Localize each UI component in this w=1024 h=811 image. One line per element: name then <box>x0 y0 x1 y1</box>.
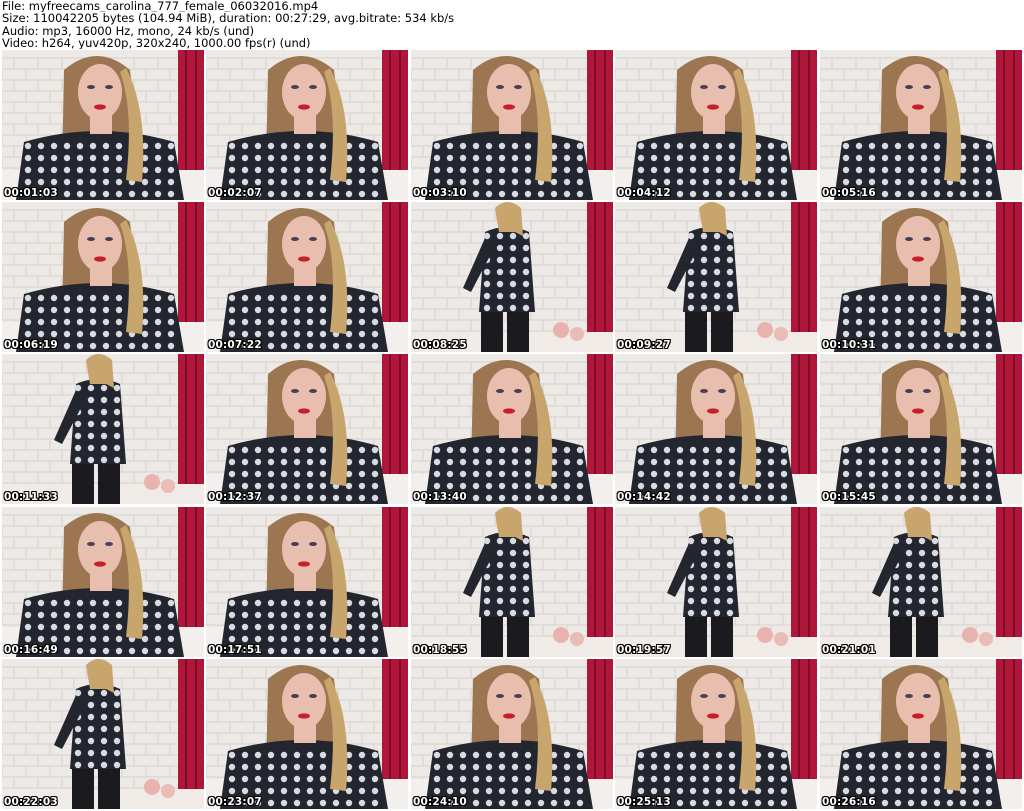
file-size-line: Size: 110042205 bytes (104.94 MiB), dura… <box>2 12 455 25</box>
thumbnail-frame-image <box>615 354 817 504</box>
thumbnail-timestamp: 00:10:31 <box>822 339 876 351</box>
thumbnail-frame-image <box>820 50 1022 200</box>
file-name-line: File: myfreecams_carolina_777_female_060… <box>2 0 319 13</box>
video-thumbnail: 00:13:40 <box>411 354 613 504</box>
thumbnail-frame-image <box>2 202 204 352</box>
video-thumbnail: 00:17:51 <box>206 507 408 657</box>
video-thumbnail: 00:11:33 <box>2 354 204 504</box>
video-thumbnail: 00:12:37 <box>206 354 408 504</box>
video-thumbnail: 00:15:45 <box>820 354 1022 504</box>
thumbnail-frame-image <box>206 507 408 657</box>
thumbnail-timestamp: 00:11:33 <box>4 491 58 503</box>
thumbnail-frame-image <box>206 50 408 200</box>
thumbnail-timestamp: 00:14:42 <box>617 491 671 503</box>
thumbnail-frame-image <box>206 202 408 352</box>
thumbnail-timestamp: 00:21:01 <box>822 644 876 656</box>
thumbnail-timestamp: 00:26:16 <box>822 796 876 808</box>
thumbnail-frame-image <box>206 659 408 809</box>
thumbnail-frame-image <box>411 202 613 352</box>
video-thumbnail: 00:08:25 <box>411 202 613 352</box>
video-thumbnail: 00:21:01 <box>820 507 1022 657</box>
video-thumbnail: 00:04:12 <box>615 50 817 200</box>
audio-info-line: Audio: mp3, 16000 Hz, mono, 24 kb/s (und… <box>2 24 255 37</box>
video-thumbnail: 00:19:57 <box>615 507 817 657</box>
thumbnail-timestamp: 00:15:45 <box>822 491 876 503</box>
thumbnail-timestamp: 00:08:25 <box>413 339 467 351</box>
thumbnail-timestamp: 00:23:07 <box>208 796 262 808</box>
video-thumbnail: 00:24:10 <box>411 659 613 809</box>
video-thumbnail: 00:09:27 <box>615 202 817 352</box>
thumbnail-frame-image <box>411 50 613 200</box>
video-thumbnail: 00:10:31 <box>820 202 1022 352</box>
thumbnail-frame-image <box>820 659 1022 809</box>
thumbnail-timestamp: 00:13:40 <box>413 491 467 503</box>
thumbnail-frame-image <box>820 354 1022 504</box>
thumbnail-timestamp: 00:18:55 <box>413 644 467 656</box>
thumbnail-frame-image <box>2 354 204 504</box>
video-thumbnail: 00:22:03 <box>2 659 204 809</box>
thumbnail-timestamp: 00:05:16 <box>822 187 876 199</box>
thumbnail-timestamp: 00:01:03 <box>4 187 58 199</box>
thumbnail-frame-image <box>411 354 613 504</box>
thumbnail-timestamp: 00:17:51 <box>208 644 262 656</box>
thumbnail-grid: 00:01:03 00:02:07 00:03:10 00:04:12 00:05:16… <box>2 50 1022 809</box>
thumbnail-frame-image <box>820 507 1022 657</box>
thumbnail-frame-image <box>2 659 204 809</box>
thumbnail-frame-image <box>615 507 817 657</box>
thumbnail-frame-image <box>206 354 408 504</box>
video-thumbnail: 00:01:03 <box>2 50 204 200</box>
video-thumbnail: 00:23:07 <box>206 659 408 809</box>
thumbnail-timestamp: 00:25:13 <box>617 796 671 808</box>
thumbnail-frame-image <box>411 507 613 657</box>
thumbnail-frame-image <box>411 659 613 809</box>
thumbnail-frame-image <box>615 50 817 200</box>
video-thumbnail: 00:18:55 <box>411 507 613 657</box>
file-info-header: File: myfreecams_carolina_777_female_060… <box>2 0 1020 50</box>
thumbnail-timestamp: 00:02:07 <box>208 187 262 199</box>
thumbnail-timestamp: 00:19:57 <box>617 644 671 656</box>
video-thumbnail: 00:02:07 <box>206 50 408 200</box>
thumbnail-timestamp: 00:24:10 <box>413 796 467 808</box>
video-thumbnail: 00:05:16 <box>820 50 1022 200</box>
thumbnail-timestamp: 00:12:37 <box>208 491 262 503</box>
thumbnail-timestamp: 00:16:49 <box>4 644 58 656</box>
thumbnail-timestamp: 00:07:22 <box>208 339 262 351</box>
video-thumbnail: 00:14:42 <box>615 354 817 504</box>
thumbnail-frame-image <box>2 50 204 200</box>
thumbnail-timestamp: 00:22:03 <box>4 796 58 808</box>
thumbnail-timestamp: 00:03:10 <box>413 187 467 199</box>
thumbnail-timestamp: 00:06:19 <box>4 339 58 351</box>
video-thumbnail: 00:07:22 <box>206 202 408 352</box>
video-thumbnail: 00:03:10 <box>411 50 613 200</box>
video-thumbnail: 00:16:49 <box>2 507 204 657</box>
thumbnail-frame-image <box>615 202 817 352</box>
video-thumbnail: 00:25:13 <box>615 659 817 809</box>
video-thumbnail: 00:26:16 <box>820 659 1022 809</box>
video-thumbnail: 00:06:19 <box>2 202 204 352</box>
video-info-line: Video: h264, yuv420p, 320x240, 1000.00 f… <box>2 36 311 50</box>
thumbnail-timestamp: 00:09:27 <box>617 339 671 351</box>
thumbnail-frame-image <box>820 202 1022 352</box>
thumbnail-timestamp: 00:04:12 <box>617 187 671 199</box>
thumbnail-frame-image <box>2 507 204 657</box>
thumbnail-frame-image <box>615 659 817 809</box>
